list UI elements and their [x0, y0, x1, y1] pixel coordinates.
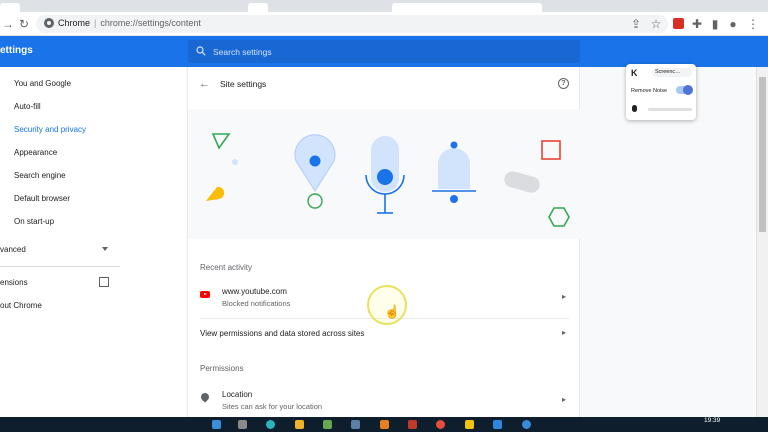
permissions-title: Permissions	[200, 364, 244, 373]
page-scrollbar[interactable]	[756, 67, 768, 417]
address-bar[interactable]: Chrome | chrome://settings/content ⇪ ☆	[36, 15, 668, 33]
bell-clapper	[450, 195, 458, 203]
taskbar-app-icon[interactable]	[351, 420, 360, 429]
tab[interactable]	[248, 3, 268, 12]
bell-top	[450, 141, 458, 149]
taskbar-app-icon[interactable]	[522, 420, 531, 429]
tab[interactable]	[0, 3, 20, 12]
sidebar-item-appearance[interactable]: Appearance	[14, 148, 57, 157]
taskbar-app-icon[interactable]	[493, 420, 502, 429]
screen-record-button[interactable]: Screenc…	[652, 68, 692, 77]
url-path: chrome://settings/content	[100, 18, 201, 28]
extensions-puzzle-icon[interactable]: ✚	[689, 16, 705, 32]
open-in-new-icon[interactable]	[99, 277, 109, 287]
sidebar-item-security-and-privacy[interactable]: Security and privacy	[14, 125, 86, 134]
remove-noise-label: Remove Noise	[631, 88, 668, 94]
taskbar-app-icon[interactable]	[212, 420, 221, 429]
share-icon[interactable]: ⇪	[628, 16, 644, 32]
scrollbar-thumb[interactable]	[759, 77, 766, 232]
active-tab[interactable]	[392, 3, 542, 12]
dot-shape	[232, 159, 238, 165]
sidebar-item-autofill[interactable]: Auto-fill	[14, 102, 41, 111]
location-base-ring	[307, 193, 323, 209]
sidebar-item-on-startup[interactable]: On start-up	[14, 217, 54, 226]
green-hexagon-shape	[548, 207, 570, 227]
location-subtitle: Sites can ask for your location	[222, 402, 323, 411]
back-arrow-icon[interactable]: ←	[199, 78, 210, 90]
chevron-right-icon: ▸	[562, 395, 567, 404]
recent-activity-title: Recent activity	[200, 263, 253, 272]
profile-avatar-icon[interactable]: ●	[725, 16, 741, 32]
red-square-shape	[541, 140, 561, 160]
bookmark-star-icon[interactable]: ☆	[648, 16, 664, 32]
menu-kebab-icon[interactable]: ⋮	[745, 16, 761, 32]
site-name: Chrome	[58, 18, 91, 28]
recent-site-status: Blocked notifications	[222, 299, 291, 308]
microphone-icon[interactable]	[632, 105, 637, 112]
youtube-icon	[200, 291, 210, 298]
chevron-right-icon: ▸	[562, 292, 567, 301]
taskbar-app-icon[interactable]	[408, 420, 417, 429]
sidebar-item-extensions[interactable]: ensions	[0, 278, 28, 287]
triangle-shape	[211, 133, 231, 150]
location-title: Location	[222, 390, 253, 399]
location-pin-dot	[309, 155, 321, 167]
location-pin-icon	[199, 391, 211, 403]
taskbar-app-icon[interactable]	[238, 420, 247, 429]
sidebar-item-you-and-google[interactable]: You and Google	[14, 79, 71, 88]
site-info-icon[interactable]	[44, 18, 54, 28]
taskbar-app-icon[interactable]	[295, 420, 304, 429]
search-box[interactable]	[188, 40, 580, 63]
sidebar-divider	[0, 266, 120, 267]
taskbar-app-icon[interactable]	[380, 420, 389, 429]
recent-site-name: www.youtube.com	[222, 287, 287, 296]
settings-header: ettings	[0, 36, 768, 67]
yellow-shape	[206, 186, 225, 201]
remove-noise-toggle[interactable]	[676, 85, 693, 95]
os-taskbar: 19:39	[0, 417, 768, 432]
search-icon	[196, 46, 206, 56]
help-icon[interactable]: ?	[558, 78, 569, 89]
view-permissions-label: View permissions and data stored across …	[200, 329, 365, 338]
browser-window: → ↻ Chrome | chrome://settings/content ⇪ ☆…	[0, 0, 768, 432]
screen-recorder-widget: K Screenc… Remove Noise	[626, 64, 696, 120]
grey-pill-shape	[504, 171, 540, 193]
chevron-down-icon[interactable]	[102, 247, 108, 251]
hand-cursor-icon: ☝	[384, 304, 401, 319]
sidebar-item-advanced[interactable]: vanced	[0, 245, 26, 254]
location-permission-row[interactable]: Location Sites can ask for your location…	[188, 387, 581, 419]
search-input[interactable]	[213, 45, 563, 58]
taskbar-app-icon[interactable]	[266, 420, 275, 429]
illustration-svg	[206, 133, 570, 227]
chevron-right-icon: ▸	[562, 328, 567, 337]
reload-icon[interactable]: ↻	[16, 16, 32, 32]
recorder-logo: K	[631, 68, 638, 78]
sidebar-item-default-browser[interactable]: Default browser	[14, 194, 70, 203]
forward-icon[interactable]: →	[0, 16, 16, 32]
address-separator: |	[94, 18, 97, 28]
settings-sidebar: You and Google Auto-fill Security and pr…	[0, 67, 186, 417]
sidebar-item-search-engine[interactable]: Search engine	[14, 171, 66, 180]
page-title: Site settings	[220, 79, 267, 89]
taskbar-app-icon[interactable]	[436, 420, 445, 429]
settings-title: ettings	[0, 45, 33, 56]
site-settings-card: ← Site settings ? Recent activity www.yo…	[187, 67, 581, 419]
address-text: Chrome | chrome://settings/content	[58, 18, 201, 28]
site-settings-illustration	[188, 109, 581, 239]
taskbar-app-icon[interactable]	[323, 420, 332, 429]
tab-strip	[0, 0, 768, 12]
microphone-dot	[377, 169, 393, 185]
sidebar-item-about-chrome[interactable]: out Chrome	[0, 301, 42, 310]
extension-icon[interactable]	[673, 18, 684, 29]
side-panel-icon[interactable]: ▮	[707, 16, 723, 32]
taskbar-clock[interactable]: 19:39	[704, 417, 720, 424]
browser-toolbar: → ↻ Chrome | chrome://settings/content ⇪ ☆…	[0, 12, 768, 36]
audio-level-bar	[648, 108, 692, 111]
bell-body	[438, 148, 470, 189]
taskbar-app-icon[interactable]	[465, 420, 474, 429]
